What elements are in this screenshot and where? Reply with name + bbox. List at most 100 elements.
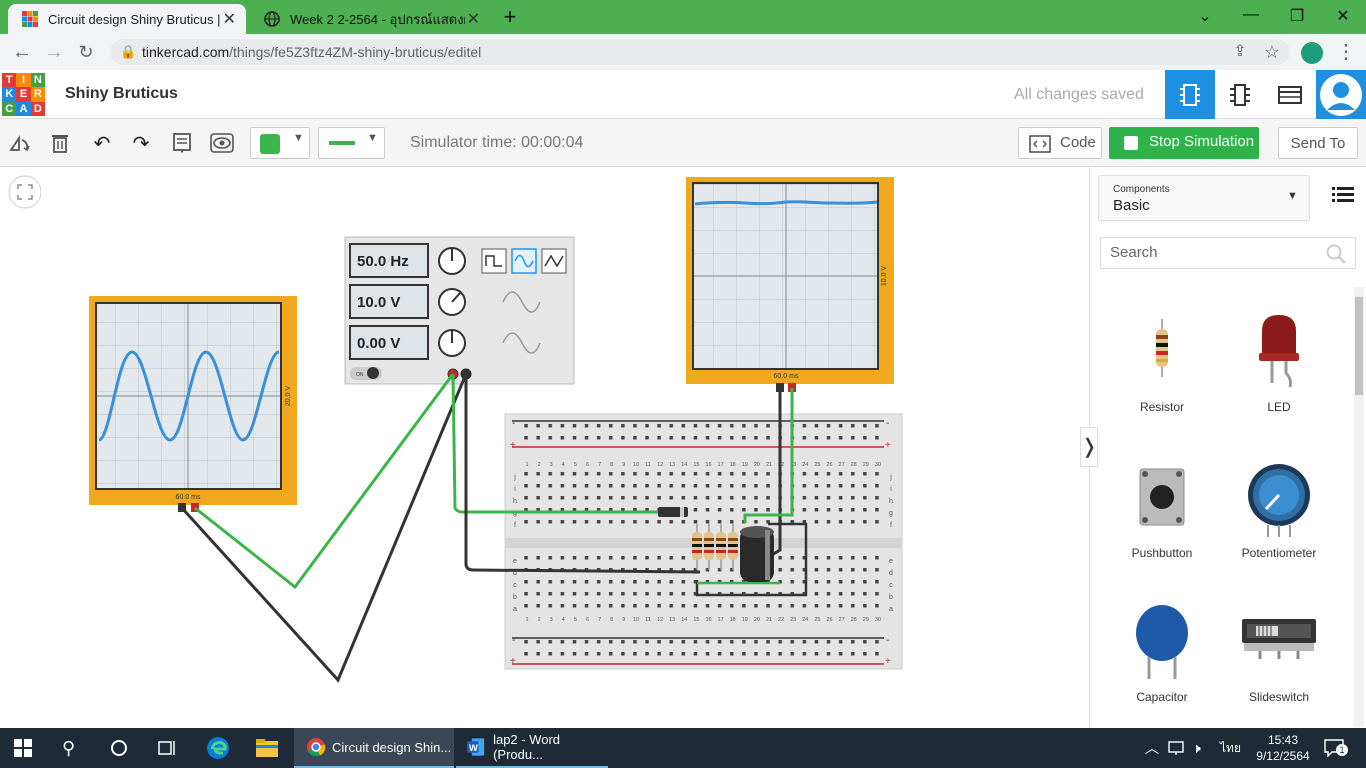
new-tab-button[interactable]: +: [498, 5, 522, 29]
amplitude-knob[interactable]: [438, 288, 466, 316]
windows-start-icon[interactable]: [14, 728, 36, 768]
oscilloscope-left[interactable]: 60.0 ms 20.0 V: [89, 296, 297, 512]
component-resistor[interactable]: Resistor: [1107, 307, 1217, 414]
frequency-knob[interactable]: [438, 247, 466, 275]
component-potentiometer[interactable]: Potentiometer: [1224, 457, 1334, 562]
circuit-canvas[interactable]: 60.0 ms 20.0 V 50.0 Hz 10.0 V 0.00 V ON: [0, 167, 1089, 728]
breadboard-row-label: b: [513, 594, 517, 601]
breadboard-column-label: 3: [550, 462, 553, 468]
breadboard-column-label: 14: [681, 462, 687, 468]
offset-readout: 0.00 V: [357, 335, 400, 352]
close-window-icon[interactable]: ✕: [1331, 6, 1355, 26]
tab-search-icon[interactable]: ⌄: [1193, 6, 1217, 26]
schematic-view-button[interactable]: [1215, 70, 1265, 119]
design-title[interactable]: Shiny Bruticus: [65, 85, 178, 103]
scrollbar-thumb[interactable]: [1355, 297, 1363, 395]
task-view-icon[interactable]: [158, 728, 180, 768]
tab-circuit-design[interactable]: Circuit design Shiny Bruticus | Tin ✕: [8, 4, 246, 34]
tab-week2[interactable]: Week 2 2-2564 - อุปกรณ์แสดงผลอิเ ✕: [250, 4, 490, 34]
user-avatar-button[interactable]: [1316, 70, 1366, 119]
electrolytic-capacitor[interactable]: [740, 526, 774, 582]
save-status: All changes saved: [1014, 86, 1144, 103]
component-slideswitch[interactable]: Slideswitch: [1224, 603, 1334, 708]
panel-scrollbar[interactable]: [1354, 287, 1364, 727]
reload-icon[interactable]: ↻: [74, 40, 98, 64]
wire-type-dropdown[interactable]: ▼: [318, 127, 385, 159]
breadboard-column-label: 9: [622, 462, 625, 468]
breadboard-column-label: 2: [538, 462, 541, 468]
frequency-readout: 50.0 Hz: [357, 253, 409, 270]
chrome-icon: [307, 738, 326, 757]
redo-icon[interactable]: ↷: [129, 131, 153, 155]
notes-icon[interactable]: [170, 131, 194, 155]
code-button[interactable]: Code: [1018, 127, 1102, 159]
search-icon[interactable]: [1326, 244, 1346, 264]
component-capacitor[interactable]: Capacitor: [1107, 603, 1217, 708]
list-view-icon[interactable]: [1332, 185, 1356, 207]
breadboard-column-label: 16: [705, 462, 711, 468]
bookmark-star-icon[interactable]: ☆: [1260, 40, 1284, 64]
windows-taskbar: ⚲ Circuit design Shin... W lap2 - Word (…: [0, 728, 1366, 768]
breadboard-column-label: 5: [574, 462, 577, 468]
fit-view-button[interactable]: [8, 175, 42, 209]
breadboard-column-label: 10: [633, 462, 639, 468]
components-panel: ❭ Components Basic ▼ Search Resistor LED…: [1080, 167, 1366, 728]
visibility-eye-icon[interactable]: [210, 131, 234, 155]
notification-center-icon[interactable]: 1: [1324, 728, 1348, 768]
power-switch[interactable]: ON: [350, 367, 382, 380]
rail-minus-sign: -: [512, 418, 515, 429]
oscilloscope-right[interactable]: 60.0 ms 10.0 V: [686, 177, 894, 392]
close-tab-icon[interactable]: ✕: [467, 9, 480, 29]
rotate-icon[interactable]: [8, 131, 32, 155]
color-picker-dropdown[interactable]: ▼: [250, 127, 310, 159]
breadboard[interactable]: - + - + - + - + 1 2 3 4 5 6 7 8 9 10 11 12 13 14 15 16 1…: [504, 413, 903, 670]
chevron-down-icon: ▼: [293, 132, 304, 144]
restore-icon[interactable]: ❐: [1285, 6, 1309, 26]
undo-icon[interactable]: ↶: [90, 131, 114, 155]
stop-simulation-button[interactable]: Stop Simulation: [1109, 127, 1259, 159]
tinkercad-logo[interactable]: T I N K E R C A D: [2, 73, 45, 116]
diode[interactable]: [658, 507, 688, 517]
breadboard-column-label: 25: [814, 617, 820, 623]
chrome-menu-icon[interactable]: ⋮: [1334, 40, 1358, 64]
amplitude-readout: 10.0 V: [357, 294, 400, 311]
function-generator[interactable]: 50.0 Hz 10.0 V 0.00 V ON: [344, 236, 575, 385]
show-hidden-icons[interactable]: ︿: [1145, 728, 1159, 768]
close-tab-icon[interactable]: ✕: [223, 9, 236, 29]
edge-icon[interactable]: [206, 728, 232, 768]
taskbar-word-item[interactable]: W lap2 - Word (Produ...: [456, 728, 608, 768]
back-icon[interactable]: ←: [10, 40, 34, 64]
breadboard-row-label: j: [889, 474, 892, 481]
circuit-view-button[interactable]: [1165, 70, 1215, 119]
clock[interactable]: 15:43 9/12/2564: [1253, 728, 1313, 768]
profile-avatar[interactable]: [1301, 42, 1323, 64]
collapse-panel-icon[interactable]: ❭: [1080, 427, 1098, 467]
square-wave-button[interactable]: [481, 248, 507, 274]
cortana-icon[interactable]: [110, 728, 132, 768]
search-icon[interactable]: ⚲: [62, 728, 84, 768]
component-list-view-button[interactable]: [1265, 70, 1315, 119]
component-search-input[interactable]: Search: [1100, 237, 1356, 269]
triangle-wave-button[interactable]: [541, 248, 567, 274]
volume-muted-icon[interactable]: 🕨: [1192, 728, 1201, 768]
share-icon[interactable]: ⇪: [1228, 40, 1252, 64]
taskbar-chrome-item[interactable]: Circuit design Shin...: [294, 728, 454, 768]
circuit-drawing[interactable]: 60.0 ms 20.0 V 50.0 Hz 10.0 V 0.00 V ON: [0, 167, 1089, 728]
components-dropdown[interactable]: Components Basic ▼: [1098, 175, 1310, 221]
url-input[interactable]: 🔒 tinkercad.com/things/fe5Z3ftz4ZM-shiny…: [110, 39, 1290, 65]
offset-knob[interactable]: [438, 329, 466, 357]
language-indicator[interactable]: ไทย: [1220, 728, 1241, 768]
network-icon[interactable]: [1168, 728, 1186, 768]
sine-wave-button[interactable]: [511, 248, 537, 274]
file-explorer-icon[interactable]: [255, 728, 281, 768]
component-pushbutton[interactable]: Pushbutton: [1107, 457, 1217, 562]
send-to-button[interactable]: Send To: [1278, 127, 1358, 159]
component-led[interactable]: LED: [1224, 307, 1334, 414]
delete-icon[interactable]: [48, 131, 72, 155]
forward-icon[interactable]: →: [42, 40, 66, 64]
minimize-icon[interactable]: —: [1239, 6, 1263, 24]
slideswitch-icon: [1242, 619, 1316, 659]
rail-plus-sign: +: [885, 656, 891, 667]
breadboard-column-label: 7: [598, 462, 601, 468]
breadboard-column-label: 6: [586, 617, 589, 623]
